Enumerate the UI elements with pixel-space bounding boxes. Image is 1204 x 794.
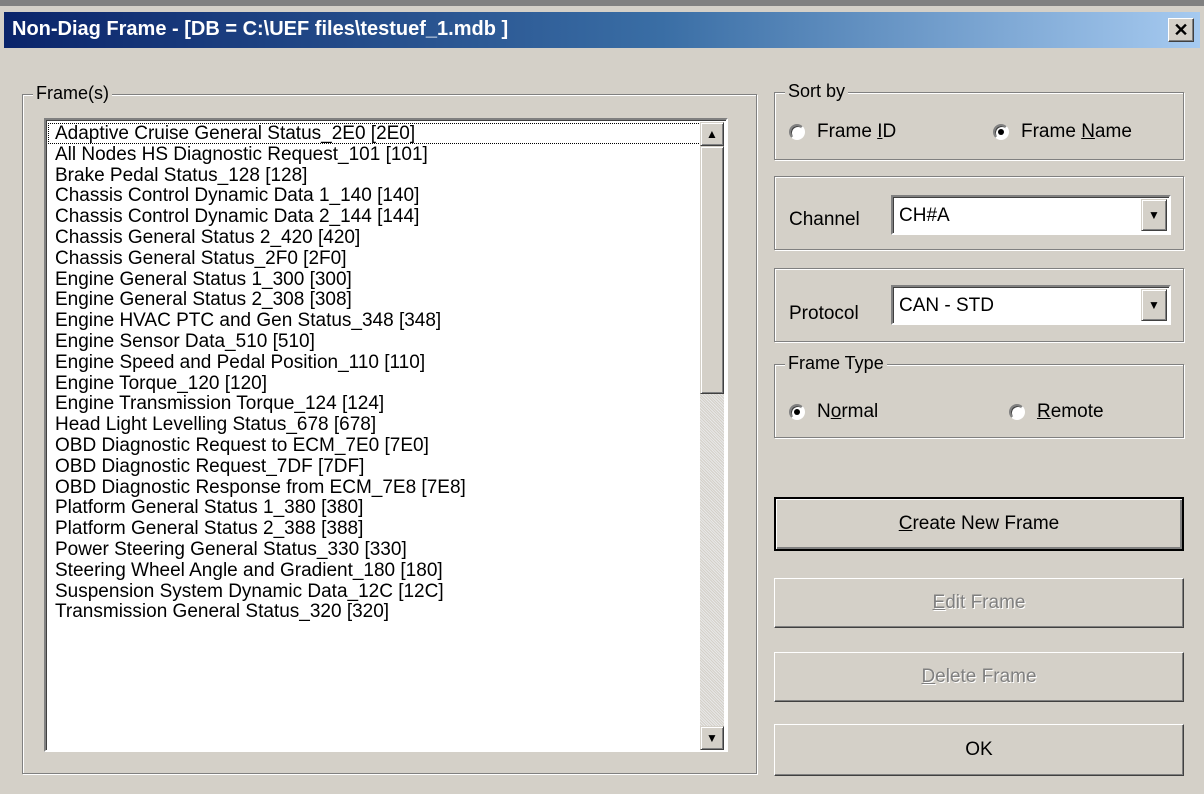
- chevron-down-icon: ▼: [1148, 298, 1160, 312]
- sort-frame-name-label: Frame Name: [1021, 121, 1132, 142]
- channel-label: Channel: [789, 209, 860, 230]
- frame-list-item[interactable]: Chassis Control Dynamic Data 1_140 [140]: [48, 185, 703, 206]
- ok-button[interactable]: OK: [774, 724, 1184, 776]
- frame-type-normal-radio[interactable]: Normal: [789, 401, 878, 423]
- radio-selected-icon: [789, 404, 805, 420]
- close-icon: ✕: [1173, 20, 1189, 40]
- sort-by-label: Sort by: [785, 81, 849, 102]
- frame-list-item[interactable]: Engine Torque_120 [120]: [48, 373, 703, 394]
- non-diag-frame-dialog: Non-Diag Frame - [DB = C:\UEF files\test…: [0, 0, 1204, 794]
- window-title: Non-Diag Frame - [DB = C:\UEF files\test…: [12, 18, 509, 40]
- frame-list-item[interactable]: Engine Sensor Data_510 [510]: [48, 331, 703, 352]
- sort-frame-name-radio[interactable]: Frame Name: [993, 121, 1132, 143]
- frame-list-item[interactable]: All Nodes HS Diagnostic Request_101 [101…: [48, 144, 703, 165]
- protocol-select[interactable]: CAN - STD ▼: [891, 285, 1171, 325]
- radio-unselected-icon: [1009, 404, 1025, 420]
- create-new-frame-button[interactable]: Create New Frame: [774, 497, 1184, 551]
- radio-unselected-icon: [789, 124, 805, 140]
- frame-list-item[interactable]: Platform General Status 1_380 [380]: [48, 497, 703, 518]
- frame-list-item[interactable]: Head Light Levelling Status_678 [678]: [48, 414, 703, 435]
- frame-list-item[interactable]: Adaptive Cruise General Status_2E0 [2E0]: [48, 123, 703, 144]
- radio-selected-icon: [993, 124, 1009, 140]
- channel-value: CH#A: [899, 205, 950, 226]
- frame-list-item[interactable]: Steering Wheel Angle and Gradient_180 [1…: [48, 560, 703, 581]
- scroll-thumb[interactable]: [700, 146, 724, 394]
- frames-group-label: Frame(s): [33, 83, 112, 104]
- frames-listbox[interactable]: Adaptive Cruise General Status_2E0 [2E0]…: [44, 118, 728, 752]
- sort-frame-id-label: Frame ID: [817, 121, 897, 142]
- edit-frame-button[interactable]: Edit Frame: [774, 578, 1184, 628]
- channel-dropdown-button[interactable]: ▼: [1141, 199, 1167, 231]
- frame-list-item[interactable]: OBD Diagnostic Response from ECM_7E8 [7E…: [48, 477, 703, 498]
- frame-list-item[interactable]: Suspension System Dynamic Data_12C [12C]: [48, 581, 703, 602]
- frame-list-item[interactable]: Engine Speed and Pedal Position_110 [110…: [48, 352, 703, 373]
- frame-list-item[interactable]: Platform General Status 2_388 [388]: [48, 518, 703, 539]
- triangle-up-icon: ▲: [706, 127, 718, 141]
- sort-frame-id-radio[interactable]: Frame ID: [789, 121, 896, 143]
- frame-list-item[interactable]: OBD Diagnostic Request to ECM_7E0 [7E0]: [48, 435, 703, 456]
- frame-list-item[interactable]: Engine General Status 2_308 [308]: [48, 289, 703, 310]
- protocol-value: CAN - STD: [899, 295, 994, 316]
- frame-list-item[interactable]: Brake Pedal Status_128 [128]: [48, 165, 703, 186]
- frame-type-remote-radio[interactable]: Remote: [1009, 401, 1104, 423]
- frame-list-item[interactable]: Engine HVAC PTC and Gen Status_348 [348]: [48, 310, 703, 331]
- frame-list-item[interactable]: Engine Transmission Torque_124 [124]: [48, 393, 703, 414]
- frame-list-item[interactable]: Chassis Control Dynamic Data 2_144 [144]: [48, 206, 703, 227]
- frame-type-normal-label: Normal: [817, 401, 879, 422]
- channel-select[interactable]: CH#A ▼: [891, 195, 1171, 235]
- title-bar[interactable]: Non-Diag Frame - [DB = C:\UEF files\test…: [4, 12, 1200, 48]
- channel-group: Channel CH#A ▼: [774, 176, 1184, 250]
- frame-list-item[interactable]: Chassis General Status_2F0 [2F0]: [48, 248, 703, 269]
- frame-type-remote-label: Remote: [1037, 401, 1104, 422]
- frame-type-label: Frame Type: [785, 353, 887, 374]
- scroll-down-button[interactable]: ▼: [700, 726, 724, 750]
- scroll-up-button[interactable]: ▲: [700, 122, 724, 146]
- sort-by-group: Sort by Frame ID Frame Name: [774, 81, 1184, 160]
- frame-list-item[interactable]: Transmission General Status_320 [320]: [48, 601, 703, 622]
- close-button[interactable]: ✕: [1168, 18, 1194, 42]
- frames-scrollbar[interactable]: ▲ ▼: [700, 122, 724, 750]
- triangle-down-icon: ▼: [706, 731, 718, 745]
- chevron-down-icon: ▼: [1148, 208, 1160, 222]
- frame-list-item[interactable]: OBD Diagnostic Request_7DF [7DF]: [48, 456, 703, 477]
- frames-list: Adaptive Cruise General Status_2E0 [2E0]…: [48, 123, 703, 749]
- frame-list-item[interactable]: Engine General Status 1_300 [300]: [48, 269, 703, 290]
- frame-type-group: Frame Type Normal Remote: [774, 353, 1184, 438]
- delete-frame-button[interactable]: Delete Frame: [774, 652, 1184, 702]
- protocol-group: Protocol CAN - STD ▼: [774, 268, 1184, 342]
- frame-list-item[interactable]: Chassis General Status 2_420 [420]: [48, 227, 703, 248]
- protocol-label: Protocol: [789, 303, 859, 324]
- protocol-dropdown-button[interactable]: ▼: [1141, 289, 1167, 321]
- frame-list-item[interactable]: Power Steering General Status_330 [330]: [48, 539, 703, 560]
